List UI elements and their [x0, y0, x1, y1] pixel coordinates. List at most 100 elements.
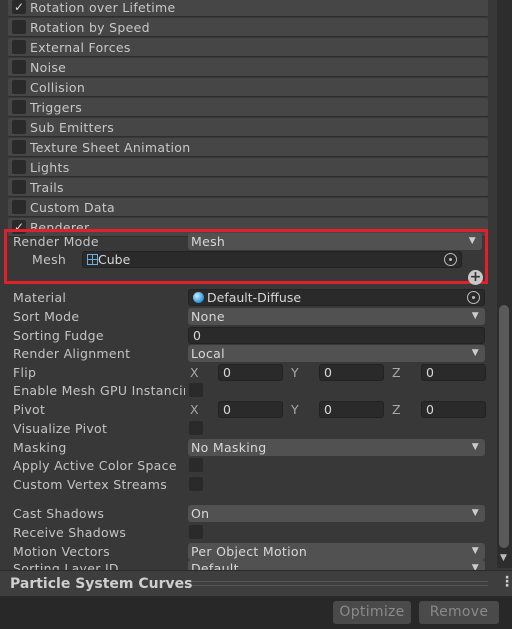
- module-row-custom-data[interactable]: Custom Data: [8, 198, 488, 217]
- object-picker-icon[interactable]: [467, 291, 480, 304]
- module-checkbox[interactable]: [12, 120, 26, 134]
- module-label: Rotation by Speed: [30, 20, 150, 35]
- module-row-lights[interactable]: Lights: [8, 158, 488, 177]
- cast-shadows-dropdown[interactable]: On ▼: [188, 505, 485, 522]
- material-sphere-icon: [193, 292, 204, 303]
- module-label: Collision: [30, 80, 86, 95]
- more-icon[interactable]: ⋮: [500, 574, 512, 590]
- material-value: Default-Diffuse: [207, 290, 302, 305]
- pivot-z-input[interactable]: 0: [421, 401, 486, 418]
- add-mesh-icon[interactable]: +: [468, 270, 483, 285]
- masking-dropdown[interactable]: No Masking ▼: [188, 439, 485, 456]
- sort-mode-dropdown[interactable]: None ▼: [188, 308, 485, 325]
- render-mode-dropdown[interactable]: Mesh ▼: [188, 233, 482, 250]
- motion-vectors-label: Motion Vectors: [13, 544, 110, 559]
- sort-mode-row: Sort Mode None ▼: [0, 308, 490, 326]
- module-checkbox[interactable]: [12, 200, 26, 214]
- flip-x-input[interactable]: 0: [218, 364, 283, 381]
- pivot-row: Pivot X 0 Y 0 Z 0: [0, 401, 490, 419]
- scrollbar-thumb[interactable]: [499, 305, 509, 548]
- flip-z-input[interactable]: 0: [421, 364, 486, 381]
- flip-row: Flip X 0 Y 0 Z 0: [0, 364, 490, 382]
- chevron-down-icon: ▼: [471, 442, 479, 452]
- render-mode-row: Render Mode Mesh ▼: [0, 233, 490, 251]
- render-alignment-label: Render Alignment: [13, 346, 131, 361]
- material-label: Material: [13, 290, 67, 305]
- visualize-pivot-label: Visualize Pivot: [13, 421, 108, 436]
- module-checkbox[interactable]: [12, 140, 26, 154]
- motion-vectors-dropdown[interactable]: Per Object Motion ▼: [188, 543, 485, 560]
- module-row-texture-sheet-animation[interactable]: Texture Sheet Animation: [8, 138, 488, 157]
- enable-gpu-checkbox[interactable]: [189, 383, 203, 397]
- module-row-rotation-by-speed[interactable]: Rotation by Speed: [8, 18, 488, 37]
- enable-gpu-label: Enable Mesh GPU Instancing: [13, 383, 185, 398]
- scroll-down-icon[interactable]: ▼: [500, 553, 507, 563]
- apply-color-space-row: Apply Active Color Space: [0, 457, 490, 475]
- pivot-x-input[interactable]: 0: [218, 401, 283, 418]
- curves-header[interactable]: Particle System Curves ⋮: [0, 570, 512, 597]
- module-checkbox[interactable]: [12, 160, 26, 174]
- chevron-down-icon: ▼: [471, 311, 479, 321]
- module-checkbox[interactable]: ✓: [12, 0, 26, 14]
- module-label: Texture Sheet Animation: [30, 140, 191, 155]
- pivot-label: Pivot: [13, 402, 46, 417]
- sorting-fudge-row: Sorting Fudge 0: [0, 327, 490, 345]
- custom-vertex-streams-checkbox[interactable]: [189, 477, 203, 491]
- optimize-button[interactable]: Optimize: [333, 601, 411, 624]
- receive-shadows-row: Receive Shadows: [0, 524, 490, 542]
- render-alignment-value: Local: [191, 346, 225, 361]
- module-row-triggers[interactable]: Triggers: [8, 98, 488, 117]
- module-label: Triggers: [30, 100, 83, 115]
- divider: [192, 581, 488, 586]
- apply-color-space-checkbox[interactable]: [189, 458, 203, 472]
- module-row-noise[interactable]: Noise: [8, 58, 488, 77]
- module-label: Rotation over Lifetime: [30, 0, 176, 15]
- motion-vectors-value: Per Object Motion: [191, 544, 308, 559]
- module-row-trails[interactable]: Trails: [8, 178, 488, 197]
- module-row-collision[interactable]: Collision: [8, 78, 488, 97]
- sort-mode-value: None: [191, 309, 225, 324]
- axis-y-label: Y: [291, 365, 299, 380]
- flip-y-input[interactable]: 0: [319, 364, 384, 381]
- receive-shadows-checkbox[interactable]: [189, 525, 203, 539]
- enable-gpu-row: Enable Mesh GPU Instancing: [0, 382, 490, 400]
- masking-value: No Masking: [191, 440, 267, 455]
- flip-label: Flip: [13, 365, 37, 380]
- remove-button[interactable]: Remove: [419, 601, 499, 624]
- module-checkbox[interactable]: [12, 40, 26, 54]
- module-checkbox[interactable]: [12, 180, 26, 194]
- module-row-sub-emitters[interactable]: Sub Emitters: [8, 118, 488, 137]
- module-checkbox[interactable]: [12, 80, 26, 94]
- module-label: Noise: [30, 60, 67, 75]
- render-alignment-dropdown[interactable]: Local ▼: [188, 345, 485, 362]
- object-picker-icon[interactable]: [444, 253, 457, 266]
- cast-shadows-value: On: [191, 506, 210, 521]
- visualize-pivot-checkbox[interactable]: [189, 421, 203, 435]
- sort-mode-label: Sort Mode: [13, 309, 80, 324]
- module-checkbox[interactable]: [12, 100, 26, 114]
- chevron-down-icon: ▼: [471, 546, 479, 556]
- material-field[interactable]: Default-Diffuse: [188, 289, 485, 306]
- custom-vertex-streams-label: Custom Vertex Streams: [13, 477, 168, 492]
- cast-shadows-row: Cast Shadows On ▼: [0, 505, 490, 523]
- module-checkbox[interactable]: [12, 20, 26, 34]
- masking-label: Masking: [13, 440, 67, 455]
- material-row: Material Default-Diffuse: [0, 289, 490, 307]
- module-checkbox[interactable]: [12, 60, 26, 74]
- module-label: Custom Data: [30, 200, 116, 215]
- render-mode-label: Render Mode: [13, 234, 99, 249]
- module-label: Sub Emitters: [30, 120, 115, 135]
- chevron-down-icon: ▼: [468, 236, 476, 246]
- mesh-field[interactable]: Cube: [82, 251, 462, 268]
- module-label: Lights: [30, 160, 70, 175]
- module-label: External Forces: [30, 40, 131, 55]
- sorting-fudge-input[interactable]: 0: [188, 327, 485, 344]
- axis-y-label: Y: [291, 402, 299, 417]
- pivot-y-input[interactable]: 0: [319, 401, 384, 418]
- custom-vertex-streams-row: Custom Vertex Streams: [0, 476, 490, 494]
- sorting-fudge-label: Sorting Fudge: [13, 328, 104, 343]
- module-row-rotation-over-lifetime[interactable]: ✓ Rotation over Lifetime: [8, 0, 488, 17]
- module-row-external-forces[interactable]: External Forces: [8, 38, 488, 57]
- mesh-value: Cube: [98, 252, 131, 267]
- axis-z-label: Z: [392, 402, 401, 417]
